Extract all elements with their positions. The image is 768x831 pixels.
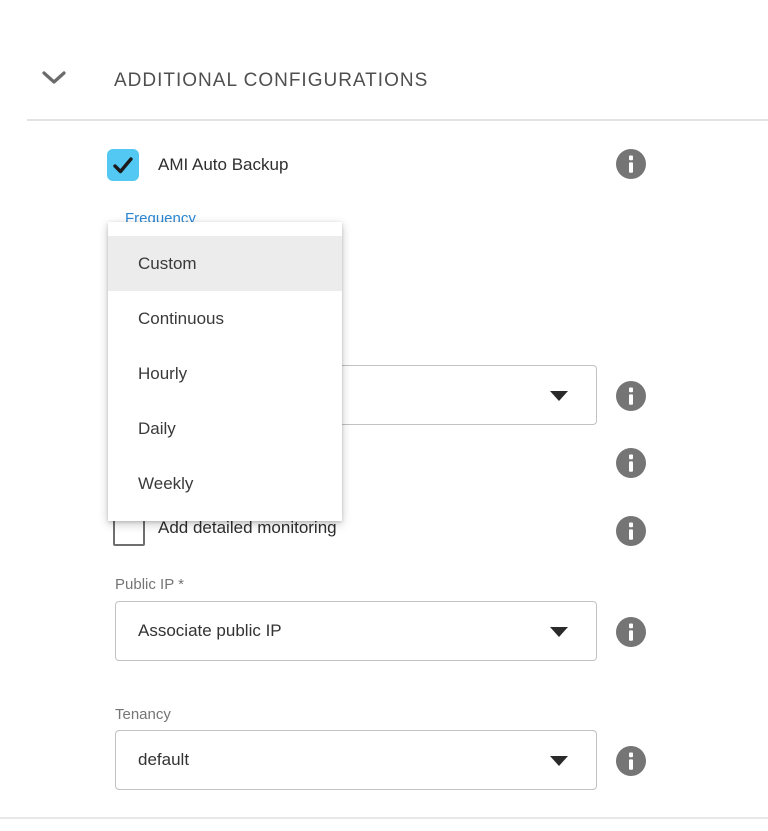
dropdown-option-custom[interactable]: Custom <box>108 236 342 291</box>
info-icon[interactable] <box>616 746 646 776</box>
dropdown-option-continuous[interactable]: Continuous <box>108 291 342 346</box>
public-ip-select[interactable]: Associate public IP <box>115 601 597 661</box>
public-ip-label: Public IP * <box>115 576 184 593</box>
info-icon[interactable] <box>616 448 646 478</box>
info-icon[interactable] <box>616 617 646 647</box>
section-title: ADDITIONAL CONFIGURATIONS <box>114 70 428 92</box>
ami-auto-backup-checkbox[interactable] <box>107 149 139 181</box>
public-ip-value: Associate public IP <box>138 602 282 660</box>
dropdown-option-weekly[interactable]: Weekly <box>108 456 342 511</box>
caret-down-icon <box>550 391 568 401</box>
chevron-down-icon[interactable] <box>40 69 68 87</box>
tenancy-select[interactable]: default <box>115 730 597 790</box>
info-icon[interactable] <box>616 516 646 546</box>
caret-down-icon <box>550 756 568 766</box>
dropdown-option-hourly[interactable]: Hourly <box>108 346 342 401</box>
checkmark-icon <box>111 153 135 177</box>
caret-down-icon <box>550 627 568 637</box>
divider <box>0 817 768 819</box>
additional-configurations-panel: ADDITIONAL CONFIGURATIONS AMI Auto Backu… <box>0 0 768 831</box>
divider <box>27 119 768 121</box>
dropdown-option-daily[interactable]: Daily <box>108 401 342 456</box>
tenancy-label: Tenancy <box>115 706 171 723</box>
ami-auto-backup-label: AMI Auto Backup <box>158 149 288 181</box>
tenancy-value: default <box>138 731 189 789</box>
info-icon[interactable] <box>616 381 646 411</box>
info-icon[interactable] <box>616 149 646 179</box>
frequency-dropdown-menu: Custom Continuous Hourly Daily Weekly <box>108 222 342 521</box>
